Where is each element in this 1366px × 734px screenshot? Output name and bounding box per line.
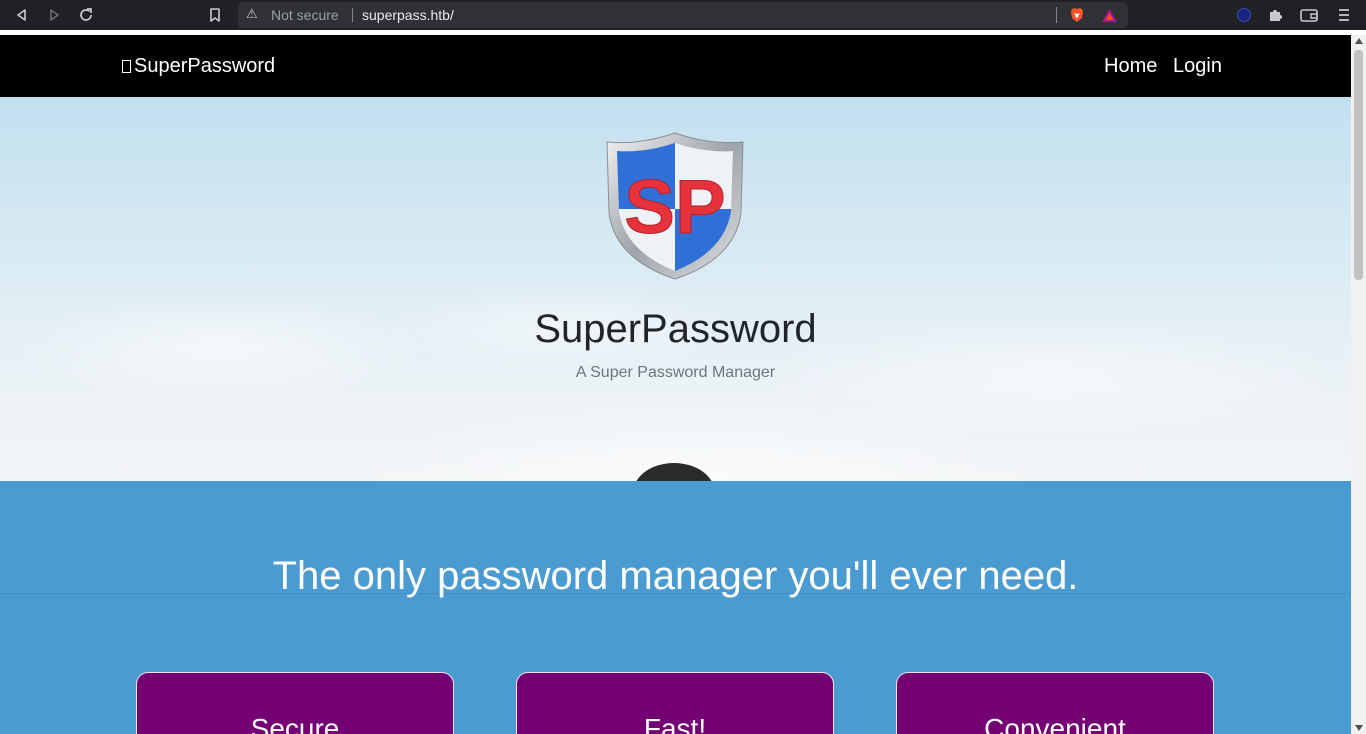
back-icon[interactable] [11,4,33,26]
hero-title: SuperPassword [534,307,817,351]
scroll-up-arrow-icon[interactable] [1355,38,1363,44]
browser-toolbar: ⚠ Not secure superpass.htb/ [0,0,1366,30]
menu-icon[interactable] [1333,4,1355,26]
superpassword-shield-logo: SP [606,132,744,280]
warning-icon[interactable]: ⚠ [246,7,258,22]
bookmark-icon[interactable] [204,4,226,26]
hero-section: SP SuperPassword A Super Password Manage… [0,97,1351,481]
hero-background-figure [633,463,715,481]
features-tagline: The only password manager you'll ever ne… [272,554,1079,598]
wallet-icon[interactable] [1298,4,1320,26]
top-navbar: SuperPassword Home Login [0,35,1351,97]
security-status[interactable]: Not secure [271,7,339,23]
feature-card-title: Convenient [984,713,1126,734]
nav-login-link[interactable]: Login [1173,55,1222,78]
brand-link[interactable]: SuperPassword [122,55,275,78]
feature-card-title: Secure [250,713,340,734]
reload-icon[interactable] [75,4,97,26]
forward-icon[interactable] [43,4,65,26]
feature-card-title: Fast! [643,713,707,734]
brave-shields-icon[interactable] [1069,7,1085,23]
brave-rewards-icon[interactable] [1101,8,1118,23]
address-divider [352,8,353,22]
scrollbar-thumb[interactable] [1354,50,1363,280]
page-scrollbar[interactable] [1351,35,1366,734]
feature-card-fast: Fast! [516,672,834,734]
logo-text: SP [624,165,725,250]
feature-card-secure: Secure [136,672,454,734]
brand-name[interactable]: SuperPassword [134,55,275,78]
brand-icon [122,60,131,73]
extensions-icon[interactable] [1265,4,1287,26]
hero-subtitle: A Super Password Manager [575,364,776,381]
address-divider [1056,7,1057,23]
address-bar[interactable]: ⚠ Not secure superpass.htb/ [238,2,1128,28]
url-text[interactable]: superpass.htb/ [362,7,454,23]
page-viewport: SuperPassword Home Login SP SuperPasswor… [0,35,1351,734]
nav-home-link[interactable]: Home [1104,55,1157,78]
feature-card-convenient: Convenient [896,672,1214,734]
scroll-down-arrow-icon[interactable] [1355,725,1363,731]
vpn-icon[interactable] [1237,8,1251,22]
features-section: The only password manager you'll ever ne… [0,481,1351,734]
